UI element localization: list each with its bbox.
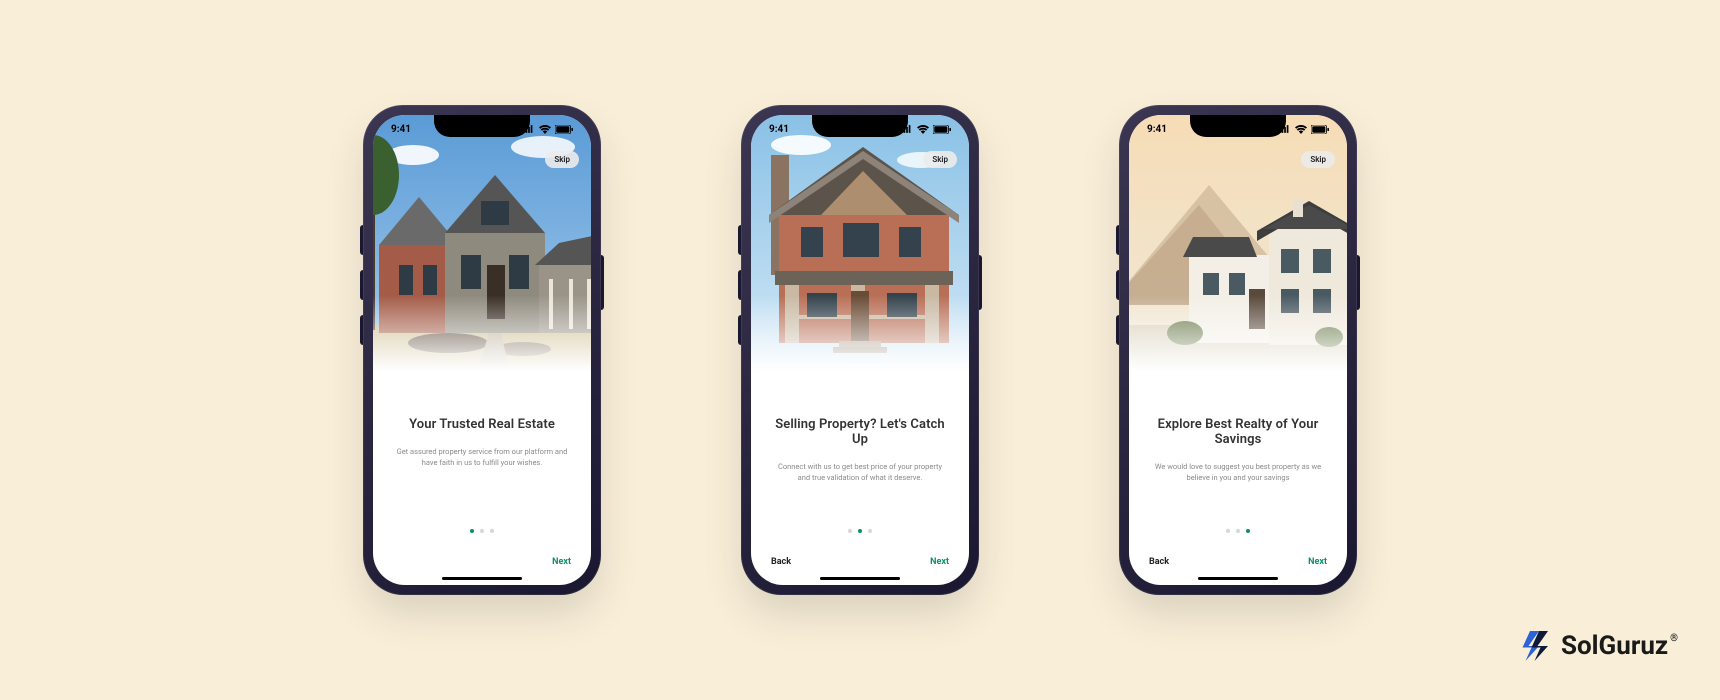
dot-3 (868, 529, 872, 533)
dot-2 (1236, 529, 1240, 533)
registered-symbol: ® (1670, 633, 1678, 644)
wifi-icon (539, 125, 551, 134)
wifi-icon (1295, 125, 1307, 134)
brand-name-text: SolGuruz (1561, 631, 1668, 661)
skip-button[interactable]: Skip (1301, 151, 1335, 168)
home-indicator (1198, 577, 1278, 580)
onboarding-nav: Back Next (1129, 557, 1347, 567)
notch (812, 115, 908, 137)
onboarding-title: Your Trusted Real Estate (409, 417, 555, 432)
onboarding-content: Your Trusted Real Estate Get assured pro… (373, 385, 591, 585)
dot-1 (848, 529, 852, 533)
brand-logo: SolGuruz ® (1515, 628, 1678, 664)
dot-1 (1226, 529, 1230, 533)
phone-mockup-2: 9:41 Skip (741, 105, 979, 595)
status-time: 9:41 (391, 124, 411, 135)
dot-1 (470, 529, 474, 533)
next-button[interactable]: Next (930, 557, 949, 567)
page-indicator (751, 529, 969, 533)
skip-button[interactable]: Skip (923, 151, 957, 168)
skip-button[interactable]: Skip (545, 151, 579, 168)
wifi-icon (917, 125, 929, 134)
screen-2: 9:41 Skip (751, 115, 969, 585)
onboarding-description: We would love to suggest you best proper… (1149, 461, 1327, 484)
phone-mockup-1: 9:41 Skip (363, 105, 601, 595)
battery-icon (933, 125, 951, 134)
onboarding-nav: Next (373, 557, 591, 567)
battery-icon (1311, 125, 1329, 134)
onboarding-nav: Back Next (751, 557, 969, 567)
notch (1190, 115, 1286, 137)
home-indicator (442, 577, 522, 580)
dot-3 (490, 529, 494, 533)
brand-mark-icon (1515, 628, 1551, 664)
status-time: 9:41 (769, 124, 789, 135)
phone-mockup-3: 9:41 Skip (1119, 105, 1357, 595)
next-button[interactable]: Next (552, 557, 571, 567)
dot-2 (480, 529, 484, 533)
back-button[interactable]: Back (1149, 557, 1169, 567)
dot-3 (1246, 529, 1250, 533)
onboarding-content: Explore Best Realty of Your Savings We w… (1129, 385, 1347, 585)
back-button[interactable]: Back (771, 557, 791, 567)
page-indicator (373, 529, 591, 533)
onboarding-title: Explore Best Realty of Your Savings (1149, 417, 1327, 447)
screen-3: 9:41 Skip (1129, 115, 1347, 585)
onboarding-description: Connect with us to get best price of you… (771, 461, 949, 484)
home-indicator (820, 577, 900, 580)
showcase-stage: 9:41 Skip (0, 0, 1720, 700)
status-time: 9:41 (1147, 124, 1167, 135)
notch (434, 115, 530, 137)
dot-2 (858, 529, 862, 533)
next-button[interactable]: Next (1308, 557, 1327, 567)
screen-1: 9:41 Skip (373, 115, 591, 585)
onboarding-content: Selling Property? Let's Catch Up Connect… (751, 385, 969, 585)
onboarding-description: Get assured property service from our pl… (393, 446, 571, 469)
page-indicator (1129, 529, 1347, 533)
onboarding-title: Selling Property? Let's Catch Up (771, 417, 949, 447)
battery-icon (555, 125, 573, 134)
